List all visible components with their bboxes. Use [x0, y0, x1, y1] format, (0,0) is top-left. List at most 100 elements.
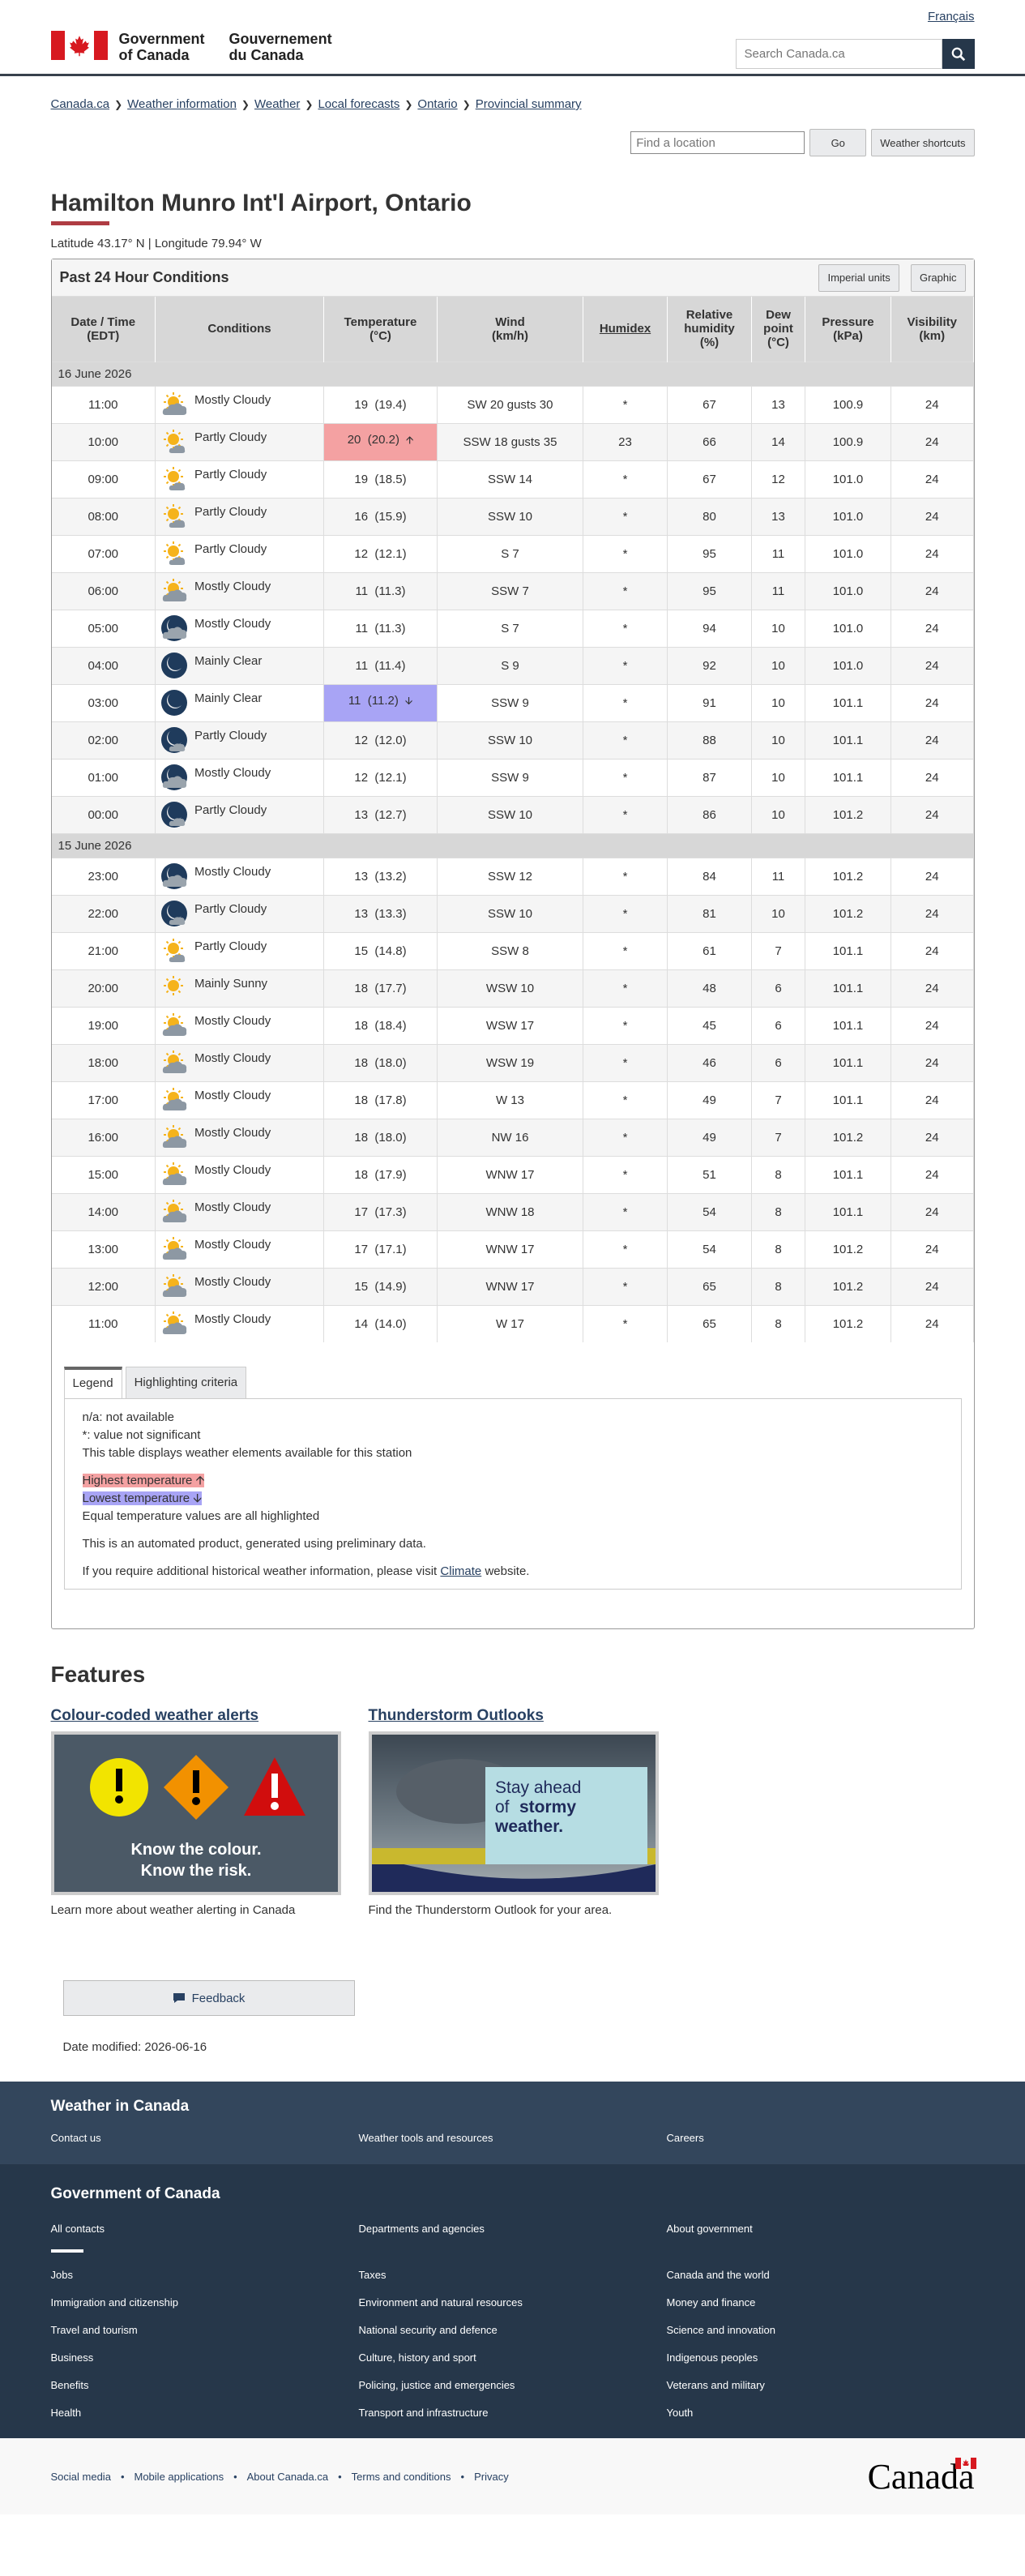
- temperature-cell: 19 (18.5): [323, 460, 438, 498]
- time-cell: 09:00: [51, 460, 156, 498]
- humidex-cell: *: [583, 969, 668, 1007]
- partly-cloudy-night-icon: [161, 727, 187, 753]
- feature-title-thunderstorm[interactable]: Thunderstorm Outlooks: [369, 1707, 660, 1725]
- temperature-value: 19: [354, 397, 369, 412]
- tab-legend[interactable]: Legend: [63, 1367, 122, 1398]
- footer-gov-link[interactable]: Immigration and citizenship: [51, 2296, 359, 2309]
- dew-point-cell: 10: [751, 894, 805, 932]
- thunderstorm-image[interactable]: Stay ahead of stormy weather.: [368, 1731, 659, 1895]
- footer-gov-top-link[interactable]: Departments and agencies: [359, 2223, 667, 2235]
- dew-point-cell: 8: [751, 1230, 805, 1268]
- alerts-image[interactable]: Know the colour. Know the risk.: [50, 1731, 341, 1895]
- imperial-units-button[interactable]: Imperial units: [818, 263, 899, 292]
- dew-point-cell: 13: [751, 385, 805, 423]
- footer-gov-link[interactable]: Health: [51, 2407, 359, 2419]
- dew-point-cell: 14: [751, 422, 805, 460]
- footer-gov-top-link[interactable]: About government: [667, 2223, 975, 2235]
- feature-desc-alerts: Learn more about weather alerting in Can…: [50, 1903, 296, 1917]
- conditions-cell: Partly Cloudy: [155, 894, 324, 932]
- humidex-cell: *: [583, 571, 668, 610]
- tab-highlighting-criteria[interactable]: Highlighting criteria: [125, 1367, 247, 1398]
- temperature-value: 20: [347, 433, 361, 447]
- col-pressure: Pressure (kPa): [805, 297, 891, 362]
- conditions-text: Partly Cloudy: [194, 901, 267, 916]
- sunny-icon: [164, 976, 183, 995]
- temperature-value: 15: [354, 1279, 369, 1294]
- weather-shortcuts-button[interactable]: Weather shortcuts: [871, 129, 975, 156]
- col-conditions: Conditions: [155, 297, 324, 362]
- legend-desc: This table displays weather elements ava…: [82, 1446, 412, 1460]
- footer-bottom-link[interactable]: Privacy: [474, 2471, 509, 2483]
- temperature-precise: (12.7): [374, 807, 407, 822]
- footer-gov-link[interactable]: Benefits: [51, 2379, 359, 2391]
- footer-weather-link[interactable]: Careers: [667, 2132, 975, 2144]
- bullet-separator: •: [233, 2470, 237, 2483]
- go-button[interactable]: Go: [809, 129, 867, 156]
- search-input[interactable]: [735, 39, 942, 69]
- footer-gov-link[interactable]: Business: [51, 2351, 359, 2364]
- breadcrumb-link[interactable]: Weather: [254, 97, 300, 111]
- breadcrumb-link[interactable]: Provincial summary: [476, 97, 582, 111]
- visibility-cell: 24: [890, 758, 974, 796]
- footer-bottom-link[interactable]: About Canada.ca: [247, 2471, 328, 2483]
- footer-gov-link[interactable]: Indigenous peoples: [667, 2351, 975, 2364]
- search-button[interactable]: [942, 39, 975, 69]
- humidity-cell: 67: [667, 460, 752, 498]
- table-row: 05:00 Mostly Cloudy 11 (11.3) S 7 * 94 10 101.0…: [51, 609, 974, 647]
- time-cell: 01:00: [51, 758, 156, 796]
- footer-gov-link[interactable]: Transport and infrastructure: [359, 2407, 667, 2419]
- footer-gov-link[interactable]: Travel and tourism: [51, 2324, 359, 2336]
- feature-title-alerts[interactable]: Colour-coded weather alerts: [51, 1707, 343, 1725]
- humidity-cell: 45: [667, 1006, 752, 1044]
- government-signature[interactable]: Government of Canada Gouvernement du Canad…: [50, 31, 357, 63]
- footer-gov-link[interactable]: Canada and the world: [667, 2269, 975, 2281]
- footer-gov-link[interactable]: Taxes: [359, 2269, 667, 2281]
- footer-gov-link[interactable]: Money and finance: [667, 2296, 975, 2309]
- breadcrumb-link[interactable]: Local forecasts: [318, 97, 399, 111]
- conditions-cell: Partly Cloudy: [155, 497, 324, 535]
- temperature-value: 11: [355, 621, 369, 635]
- svg-text:Know the colour.: Know the colour.: [130, 1841, 261, 1859]
- footer-gov-link[interactable]: Environment and natural resources: [359, 2296, 667, 2309]
- climate-link[interactable]: Climate: [440, 1564, 481, 1578]
- feedback-button[interactable]: Feedback: [62, 1980, 355, 2016]
- conditions-cell: Mostly Cloudy: [155, 1043, 324, 1081]
- wind-cell: SSW 10: [437, 721, 583, 759]
- humidex-cell: *: [583, 1192, 668, 1230]
- footer-gov-link[interactable]: Science and innovation: [667, 2324, 975, 2336]
- breadcrumb-link[interactable]: Ontario: [417, 97, 457, 111]
- dew-point-cell: 8: [751, 1192, 805, 1230]
- time-cell: 11:00: [51, 385, 156, 423]
- footer-gov-link[interactable]: Culture, history and sport: [359, 2351, 667, 2364]
- features-heading: Features: [50, 1662, 146, 1687]
- chevron-right-icon: ❯: [241, 99, 250, 110]
- footer-weather-link[interactable]: Contact us: [51, 2132, 359, 2144]
- humidex-cell: *: [583, 795, 668, 833]
- visibility-cell: 24: [890, 931, 974, 969]
- footer-gov-link[interactable]: National security and defence: [359, 2324, 667, 2336]
- footer-gov-link[interactable]: Policing, justice and emergencies: [359, 2379, 667, 2391]
- table-row: 16:00 Mostly Cloudy 18 (18.0) NW 16 * 49 7 101.…: [51, 1118, 974, 1156]
- temperature-value: 14: [354, 1316, 369, 1331]
- footer-bottom-link[interactable]: Mobile applications: [135, 2471, 224, 2483]
- pressure-cell: 101.1: [805, 1080, 891, 1119]
- footer-bottom-link[interactable]: Social media: [51, 2471, 111, 2483]
- pressure-cell: 101.0: [805, 646, 891, 684]
- breadcrumb-link[interactable]: Weather information: [127, 97, 237, 111]
- table-row: 03:00 Mainly Clear 11 (11.2) 🡫 SSW 9 * 91 10 101…: [51, 683, 974, 721]
- footer-gov-link[interactable]: Jobs: [51, 2269, 359, 2281]
- language-toggle-link[interactable]: Français: [928, 10, 975, 24]
- humidex-cell: *: [583, 1006, 668, 1044]
- graphic-button[interactable]: Graphic: [910, 263, 966, 292]
- footer-gov-top-link[interactable]: All contacts: [51, 2223, 359, 2235]
- footer-gov-link[interactable]: Youth: [667, 2407, 975, 2419]
- wind-cell: W 13: [437, 1080, 583, 1119]
- breadcrumb-link[interactable]: Canada.ca: [51, 97, 110, 111]
- col-humidex[interactable]: Humidex: [583, 297, 668, 362]
- footer-weather-link[interactable]: Weather tools and resources: [359, 2132, 667, 2144]
- visibility-cell: 24: [890, 857, 974, 895]
- footer-gov-link[interactable]: Veterans and military: [667, 2379, 975, 2391]
- humidity-cell: 84: [667, 857, 752, 895]
- footer-bottom-link[interactable]: Terms and conditions: [352, 2471, 451, 2483]
- find-location-input[interactable]: [630, 131, 805, 154]
